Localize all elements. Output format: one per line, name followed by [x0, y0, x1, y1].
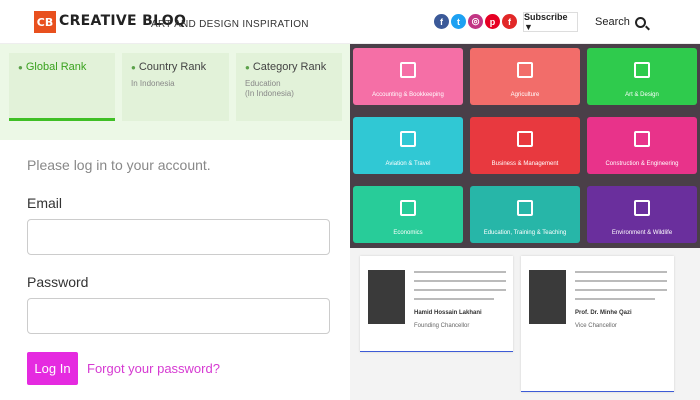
quote-line — [575, 298, 655, 300]
flipboard-icon[interactable]: f — [502, 14, 517, 29]
login-button[interactable]: Log In — [27, 352, 78, 385]
person-role: Founding Chancellor — [414, 323, 470, 329]
globe-icon: ● — [131, 62, 136, 72]
rank-tabs: ● Global Rank ● Country Rank In Indonesia … — [0, 44, 350, 140]
email-field[interactable] — [27, 219, 330, 255]
category-tile[interactable]: Aviation & Travel — [353, 117, 463, 174]
social-links: f t ◎ p f — [434, 14, 517, 29]
monitor-icon — [634, 62, 650, 78]
category-tile[interactable]: Agriculture — [470, 48, 580, 105]
quote-line — [414, 289, 506, 291]
search-icon — [634, 16, 646, 28]
airplane-icon — [400, 131, 416, 147]
page: CB CREATIVE BLOQ ART AND DESIGN INSPIRAT… — [0, 0, 700, 400]
quote-line — [575, 271, 667, 273]
tab-category-rank[interactable]: ● Category Rank Education (In Indonesia) — [236, 53, 342, 121]
category-label: Aviation & Travel — [385, 161, 431, 167]
logo-mark[interactable]: CB — [34, 11, 56, 33]
category-label: Economics — [393, 230, 423, 236]
tab-country-rank[interactable]: ● Country Rank In Indonesia — [122, 53, 229, 121]
category-tile[interactable]: Education, Training & Teaching — [470, 186, 580, 243]
quote-line — [575, 289, 667, 291]
category-label: Education, Training & Teaching — [483, 230, 567, 236]
search-label: Search — [595, 16, 630, 28]
twitter-icon[interactable]: t — [451, 14, 466, 29]
calculator-icon — [400, 62, 416, 78]
category-tile[interactable]: Business & Management — [470, 117, 580, 174]
people-icon — [517, 131, 533, 147]
rank-label: Global Rank — [25, 61, 87, 73]
password-field[interactable] — [27, 298, 330, 334]
quote-line — [414, 280, 506, 282]
globe-icon — [634, 200, 650, 216]
globe-icon: ● — [18, 62, 23, 72]
quote-line — [414, 298, 494, 300]
person-photo — [529, 270, 566, 324]
tagline: ART AND DESIGN INSPIRATION — [151, 19, 309, 30]
category-label: Business & Management — [491, 161, 559, 167]
rank-label: Country Rank — [138, 61, 207, 73]
category-tile[interactable]: Art & Design — [587, 48, 697, 105]
email-label: Email — [27, 195, 63, 211]
category-label: Agriculture — [510, 92, 540, 98]
teacher-icon — [517, 200, 533, 216]
forgot-password-link[interactable]: Forgot your password? — [87, 361, 220, 376]
subscribe-button[interactable]: Subscribe ▼ — [523, 12, 578, 32]
tab-global-rank[interactable]: ● Global Rank — [9, 53, 115, 121]
quote-line — [414, 271, 506, 273]
search-button[interactable]: Search — [595, 16, 646, 28]
category-label: Environment & Wildlife — [611, 230, 673, 236]
login-prompt: Please log in to your account. — [27, 157, 211, 173]
money-icon — [400, 200, 416, 216]
leadership-section: Hamid Hossain Lakhani Founding Chancello… — [350, 248, 700, 400]
person-card: Hamid Hossain Lakhani Founding Chancello… — [360, 256, 513, 352]
category-label: Art & Design — [625, 92, 659, 98]
instagram-icon[interactable]: ◎ — [468, 14, 483, 29]
globe-icon: ● — [245, 62, 250, 72]
category-label: Construction & Engineering — [605, 161, 679, 167]
site-header: CB CREATIVE BLOQ ART AND DESIGN INSPIRAT… — [0, 0, 700, 44]
password-label: Password — [27, 274, 89, 290]
rank-sub: Education (In Indonesia) — [245, 79, 294, 98]
rank-sub: In Indonesia — [131, 79, 175, 88]
person-name: Prof. Dr. Minhe Qazi — [575, 310, 632, 316]
category-tile[interactable]: Economics — [353, 186, 463, 243]
person-card: Prof. Dr. Minhe Qazi Vice Chancellor — [521, 256, 674, 392]
pinterest-icon[interactable]: p — [485, 14, 500, 29]
person-role: Vice Chancellor — [575, 323, 617, 329]
tractor-icon — [517, 62, 533, 78]
category-tile[interactable]: Construction & Engineering — [587, 117, 697, 174]
category-tile[interactable]: Environment & Wildlife — [587, 186, 697, 243]
category-tile[interactable]: Accounting & Bookkeeping — [353, 48, 463, 105]
category-label: Accounting & Bookkeeping — [372, 92, 444, 98]
person-name: Hamid Hossain Lakhani — [414, 310, 482, 316]
category-grid: Accounting & Bookkeeping Agriculture Art… — [350, 44, 700, 248]
person-photo — [368, 270, 405, 324]
worker-icon — [634, 131, 650, 147]
facebook-icon[interactable]: f — [434, 14, 449, 29]
quote-line — [575, 280, 667, 282]
rank-label: Category Rank — [252, 61, 327, 73]
